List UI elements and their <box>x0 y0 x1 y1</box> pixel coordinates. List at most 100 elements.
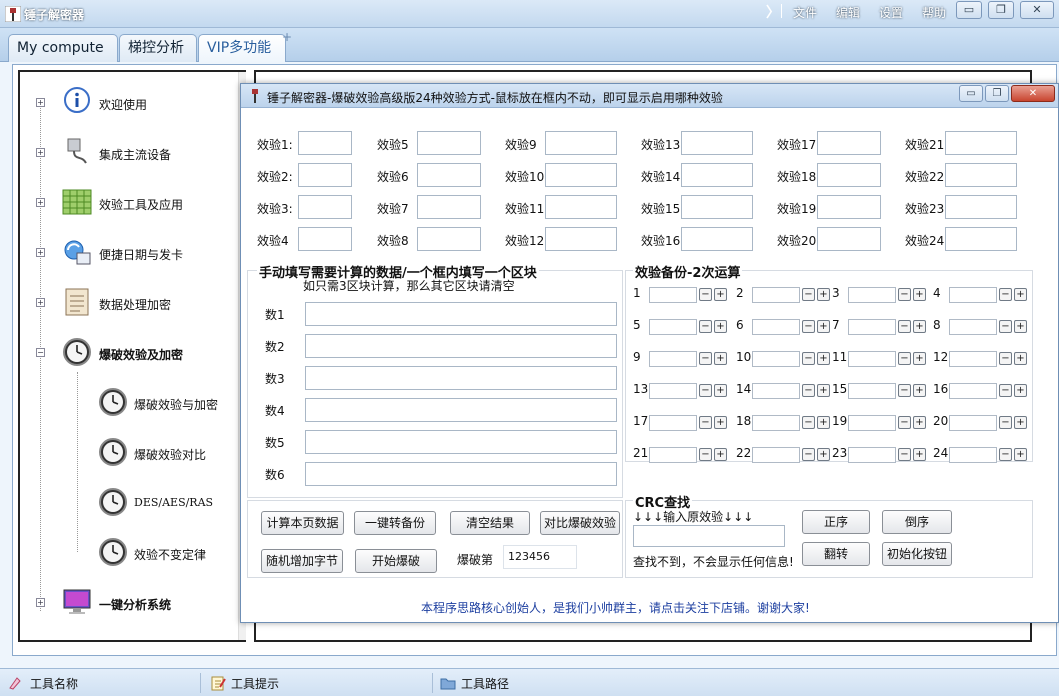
check-field[interactable] <box>417 163 481 187</box>
to-backup-button[interactable]: 一键转备份 <box>354 511 436 535</box>
check-field[interactable] <box>945 227 1017 251</box>
increment-button[interactable]: + <box>1014 448 1027 461</box>
decrement-button[interactable]: − <box>999 416 1012 429</box>
decrement-button[interactable]: − <box>898 384 911 397</box>
check-field[interactable] <box>545 163 617 187</box>
check-field[interactable] <box>417 227 481 251</box>
menu-edit[interactable]: 编辑 <box>836 4 860 21</box>
backup-value-field[interactable] <box>752 383 800 399</box>
backup-value-field[interactable] <box>649 447 697 463</box>
init-button[interactable]: 初始化按钮 <box>882 542 952 566</box>
expand-icon[interactable]: + <box>36 298 45 307</box>
decrement-button[interactable]: − <box>699 352 712 365</box>
calc-page-button[interactable]: 计算本页数据 <box>261 511 344 535</box>
decrement-button[interactable]: − <box>802 448 815 461</box>
expand-icon[interactable]: + <box>36 598 45 607</box>
decrement-button[interactable]: − <box>699 384 712 397</box>
tree-item-invariant[interactable]: 效验不变定律 <box>60 536 235 570</box>
footer-note[interactable]: 本程序思路核心创始人，是我们小帅群主，请点击关注下店铺。谢谢大家! <box>421 599 810 616</box>
backup-value-field[interactable] <box>949 415 997 431</box>
manual-field-input[interactable] <box>305 302 617 326</box>
decrement-button[interactable]: − <box>898 448 911 461</box>
tree-item-crack-encrypt[interactable]: 爆破效验与加密 <box>60 386 235 420</box>
backup-value-field[interactable] <box>848 287 896 303</box>
increment-button[interactable]: + <box>1014 384 1027 397</box>
decrement-button[interactable]: − <box>898 416 911 429</box>
decrement-button[interactable]: − <box>999 288 1012 301</box>
check-field[interactable] <box>681 131 753 155</box>
increment-button[interactable]: + <box>913 288 926 301</box>
clear-results-button[interactable]: 清空结果 <box>450 511 530 535</box>
decrement-button[interactable]: − <box>999 384 1012 397</box>
menu-settings[interactable]: 设置 <box>879 4 903 21</box>
increment-button[interactable]: + <box>1014 416 1027 429</box>
tab-vip-features[interactable]: VIP多功能 <box>198 34 286 62</box>
check-field[interactable] <box>817 227 881 251</box>
increment-button[interactable]: + <box>1014 320 1027 333</box>
increment-button[interactable]: + <box>913 416 926 429</box>
increment-button[interactable]: + <box>817 416 830 429</box>
backup-value-field[interactable] <box>752 351 800 367</box>
check-field[interactable] <box>545 227 617 251</box>
check-field[interactable] <box>945 131 1017 155</box>
compare-crack-button[interactable]: 对比爆破效验 <box>540 511 620 535</box>
decrement-button[interactable]: − <box>999 448 1012 461</box>
increment-button[interactable]: + <box>714 352 727 365</box>
start-crack-button[interactable]: 开始爆破 <box>355 549 437 573</box>
manual-field-input[interactable] <box>305 430 617 454</box>
decrement-button[interactable]: − <box>802 320 815 333</box>
decrement-button[interactable]: − <box>898 288 911 301</box>
check-field[interactable] <box>298 163 352 187</box>
tree-item-date-card[interactable]: + 便捷日期与发卡 <box>20 236 235 270</box>
increment-button[interactable]: + <box>714 416 727 429</box>
increment-button[interactable]: + <box>913 352 926 365</box>
crc-input[interactable] <box>633 525 785 547</box>
decrement-button[interactable]: − <box>898 352 911 365</box>
tab-my-compute[interactable]: My compute <box>8 34 118 62</box>
backup-value-field[interactable] <box>752 415 800 431</box>
decrement-button[interactable]: − <box>699 448 712 461</box>
backup-value-field[interactable] <box>649 319 697 335</box>
increment-button[interactable]: + <box>817 288 830 301</box>
increment-button[interactable]: + <box>817 320 830 333</box>
restore-button[interactable]: ❐ <box>988 1 1014 19</box>
check-field[interactable] <box>298 227 352 251</box>
increment-button[interactable]: + <box>714 384 727 397</box>
manual-field-input[interactable] <box>305 398 617 422</box>
increment-button[interactable]: + <box>817 448 830 461</box>
decrement-button[interactable]: − <box>699 288 712 301</box>
backup-value-field[interactable] <box>848 383 896 399</box>
decrement-button[interactable]: − <box>802 352 815 365</box>
check-field[interactable] <box>417 195 481 219</box>
tree-item-check-tools[interactable]: + 效验工具及应用 <box>20 186 235 220</box>
check-field[interactable] <box>945 163 1017 187</box>
increment-button[interactable]: + <box>714 448 727 461</box>
tree-item-welcome[interactable]: + 欢迎使用 <box>20 86 235 120</box>
chevron-right-icon[interactable]: 〉 <box>766 2 780 22</box>
backup-value-field[interactable] <box>949 447 997 463</box>
flip-button[interactable]: 翻转 <box>802 542 870 566</box>
reverse-order-button[interactable]: 倒序 <box>882 510 952 534</box>
close-button[interactable]: ✕ <box>1020 1 1054 19</box>
dialog-minimize-button[interactable]: ▭ <box>959 85 983 102</box>
decrement-button[interactable]: − <box>802 288 815 301</box>
backup-value-field[interactable] <box>848 319 896 335</box>
backup-value-field[interactable] <box>949 383 997 399</box>
backup-value-field[interactable] <box>949 319 997 335</box>
backup-value-field[interactable] <box>949 351 997 367</box>
dialog-close-button[interactable]: ✕ <box>1011 85 1055 102</box>
decrement-button[interactable]: − <box>898 320 911 333</box>
manual-field-input[interactable] <box>305 334 617 358</box>
check-field[interactable] <box>417 131 481 155</box>
tab-elevator-analysis[interactable]: 梯控分析 <box>119 34 197 62</box>
check-field[interactable] <box>681 195 753 219</box>
increment-button[interactable]: + <box>714 320 727 333</box>
backup-value-field[interactable] <box>848 447 896 463</box>
menu-file[interactable]: 文件 <box>793 4 817 21</box>
backup-value-field[interactable] <box>649 383 697 399</box>
backup-value-field[interactable] <box>752 287 800 303</box>
tree-item-des-aes-ras[interactable]: DES/AES/RAS <box>60 486 235 520</box>
tree-item-analysis-system[interactable]: + 一键分析系统 <box>20 586 235 620</box>
crack-count-field[interactable]: 123456 <box>503 545 577 569</box>
backup-value-field[interactable] <box>752 447 800 463</box>
